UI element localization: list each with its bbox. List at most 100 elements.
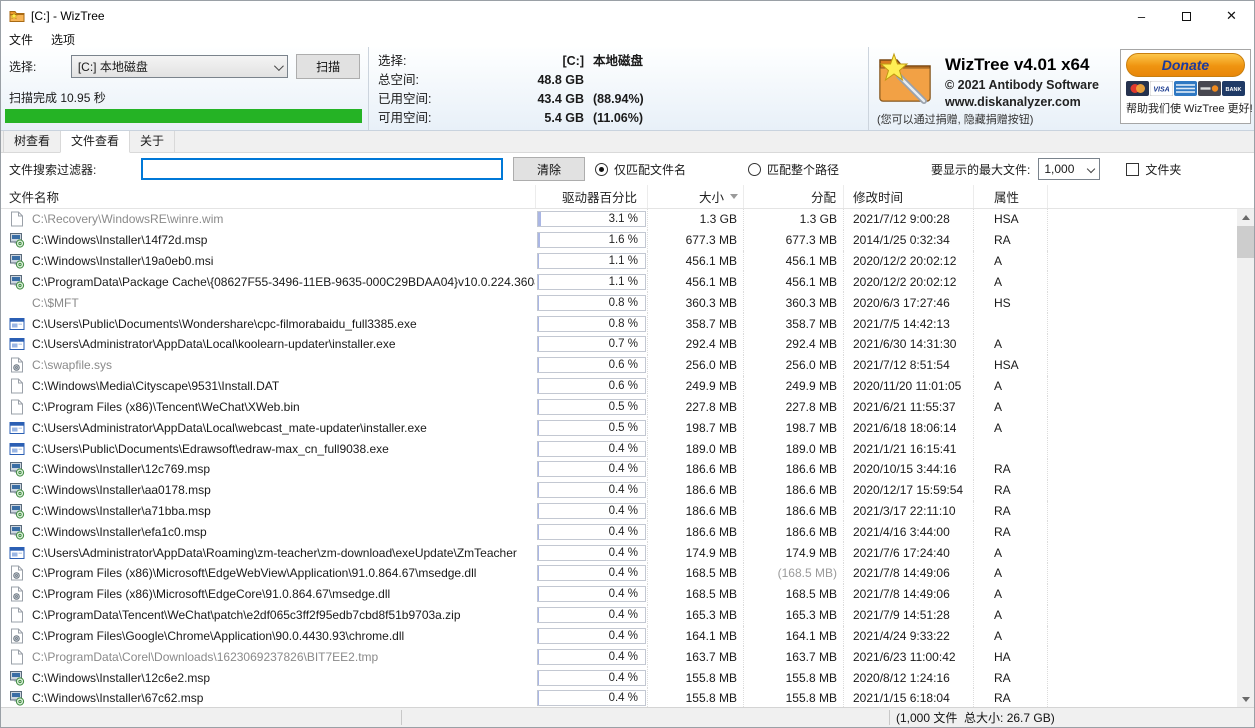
attributes-cell: A — [973, 626, 1047, 647]
folders-checkbox-wrap[interactable]: 文件夹 — [1126, 161, 1181, 178]
table-row[interactable]: C:\Windows\Installer\67c62.msp0.4 %155.8… — [1, 688, 1237, 707]
radio-match-fullpath[interactable]: 匹配整个路径 — [748, 161, 839, 178]
dll-file-icon — [9, 628, 25, 644]
tab-tree-view[interactable]: 树查看 — [3, 128, 61, 152]
table-row[interactable]: C:\Windows\Installer\19a0eb0.msi1.1 %456… — [1, 251, 1237, 272]
file-name-cell: C:\Windows\Media\Cityscape\9531\Install.… — [1, 376, 535, 397]
file-path-text: C:\Windows\Media\Cityscape\9531\Install.… — [32, 379, 279, 393]
copyright-text: © 2021 Antibody Software — [945, 78, 1099, 92]
column-header-allocated[interactable]: 分配 — [743, 185, 843, 208]
minimize-button[interactable]: – — [1119, 1, 1164, 31]
table-row[interactable]: C:\Windows\Installer\14f72d.msp1.6 %677.… — [1, 230, 1237, 251]
donate-button[interactable]: Donate — [1126, 53, 1245, 77]
table-row[interactable]: C:\Program Files (x86)\Microsoft\EdgeCor… — [1, 584, 1237, 605]
table-row[interactable]: C:\Windows\Installer\a71bba.msp0.4 %186.… — [1, 501, 1237, 522]
allocated-cell: 186.6 MB — [743, 480, 843, 501]
scroll-down-arrow[interactable] — [1237, 691, 1254, 707]
max-files-dropdown[interactable]: 1,000 — [1038, 158, 1100, 180]
close-button[interactable]: ✕ — [1209, 1, 1254, 31]
allocated-cell: 186.6 MB — [743, 501, 843, 522]
table-row[interactable]: C:\Program Files\Google\Chrome\Applicati… — [1, 626, 1237, 647]
radio-match-filename[interactable]: 仅匹配文件名 — [595, 161, 686, 178]
size-cell: 292.4 MB — [647, 334, 743, 355]
table-row[interactable]: C:\Windows\Installer\12c6e2.msp0.4 %155.… — [1, 667, 1237, 688]
disk-info-extra: 本地磁盘 — [584, 52, 643, 71]
table-row[interactable]: C:\Users\Administrator\AppData\Local\web… — [1, 417, 1237, 438]
percent-bar: 0.5 % — [537, 420, 646, 436]
tab-about[interactable]: 关于 — [129, 128, 175, 152]
msi-file-icon — [9, 670, 25, 686]
attributes-cell: RA — [973, 459, 1047, 480]
disk-info-value: 48.8 GB — [456, 71, 584, 90]
table-row[interactable]: C:\Windows\Installer\efa1c0.msp0.4 %186.… — [1, 521, 1237, 542]
size-cell: 198.7 MB — [647, 417, 743, 438]
percent-text: 1.1 % — [609, 275, 638, 289]
drive-percent-cell: 1.6 % — [535, 230, 647, 251]
table-row[interactable]: C:\Users\Administrator\AppData\Roaming\z… — [1, 542, 1237, 563]
website-link[interactable]: www.diskanalyzer.com — [945, 95, 1099, 109]
attributes-cell: RA — [973, 688, 1047, 707]
attributes-cell: RA — [973, 501, 1047, 522]
modified-cell: 2021/7/8 14:49:06 — [843, 563, 973, 584]
table-row[interactable]: C:\swapfile.sys0.6 %256.0 MB256.0 MB2021… — [1, 355, 1237, 376]
drive-percent-cell: 0.4 % — [535, 542, 647, 563]
column-header-modified[interactable]: 修改时间 — [843, 185, 973, 208]
drive-percent-cell: 0.8 % — [535, 313, 647, 334]
file-path-text: C:\Users\Administrator\AppData\Roaming\z… — [32, 546, 517, 560]
table-row[interactable]: C:\$MFT0.8 %360.3 MB360.3 MB2020/6/3 17:… — [1, 292, 1237, 313]
percent-text: 0.4 % — [609, 587, 638, 601]
drive-combobox[interactable]: [C:] 本地磁盘 — [71, 55, 288, 78]
vertical-scrollbar[interactable] — [1237, 209, 1254, 707]
file-file-icon — [9, 607, 25, 623]
scan-status-text: 扫描完成 10.95 秒 — [9, 89, 106, 106]
scroll-up-arrow[interactable] — [1237, 209, 1254, 225]
dll-file-icon — [9, 565, 25, 581]
column-header-filename[interactable]: 文件名称 — [1, 185, 535, 208]
table-row[interactable]: C:\Users\Administrator\AppData\Local\koo… — [1, 334, 1237, 355]
attributes-cell: A — [973, 605, 1047, 626]
table-row[interactable]: C:\Recovery\WindowsRE\winre.wim3.1 %1.3 … — [1, 209, 1237, 230]
filler-cell — [1047, 271, 1237, 292]
menu-item-file[interactable]: 文件 — [9, 31, 33, 48]
modified-cell: 2020/12/2 20:02:12 — [843, 251, 973, 272]
filler-cell — [1047, 417, 1237, 438]
table-row[interactable]: C:\Users\Public\Documents\Wondershare\cp… — [1, 313, 1237, 334]
file-name-cell: C:\ProgramData\Corel\Downloads\162306923… — [1, 646, 535, 667]
column-header-drive-percent[interactable]: 驱动器百分比 — [535, 185, 647, 208]
scan-button[interactable]: 扫描 — [296, 54, 360, 79]
exe-file-icon — [9, 316, 25, 332]
scrollbar-thumb[interactable] — [1237, 226, 1254, 258]
column-header-attributes[interactable]: 属性 — [973, 185, 1047, 208]
table-row[interactable]: C:\Users\Public\Documents\Edrawsoft\edra… — [1, 438, 1237, 459]
table-row[interactable]: C:\Program Files (x86)\Tencent\WeChat\XW… — [1, 396, 1237, 417]
modified-cell: 2020/12/2 20:02:12 — [843, 271, 973, 292]
percent-text: 1.1 % — [609, 254, 638, 268]
file-path-text: C:\Program Files\Google\Chrome\Applicati… — [32, 629, 404, 643]
folders-checkbox-label: 文件夹 — [1145, 161, 1181, 178]
file-name-cell: C:\Windows\Installer\efa1c0.msp — [1, 521, 535, 542]
filler-cell — [1047, 459, 1237, 480]
menu-item-options[interactable]: 选项 — [51, 31, 75, 48]
table-row[interactable]: C:\Windows\Installer\aa0178.msp0.4 %186.… — [1, 480, 1237, 501]
table-row[interactable]: C:\ProgramData\Package Cache\{08627F55-3… — [1, 271, 1237, 292]
search-input[interactable] — [141, 158, 503, 180]
attributes-cell: RA — [973, 230, 1047, 251]
percent-bar-fill — [538, 337, 539, 351]
attributes-cell: HSA — [973, 209, 1047, 230]
chevron-down-icon — [274, 61, 284, 71]
table-row[interactable]: C:\ProgramData\Tencent\WeChat\patch\e2df… — [1, 605, 1237, 626]
table-row[interactable]: C:\Program Files (x86)\Microsoft\EdgeWeb… — [1, 563, 1237, 584]
drive-percent-cell: 3.1 % — [535, 209, 647, 230]
maximize-button[interactable] — [1164, 1, 1209, 31]
clear-button[interactable]: 清除 — [513, 157, 585, 181]
attributes-cell: RA — [973, 667, 1047, 688]
status-summary-text: (1,000 文件 总大小: 26.7 GB) — [896, 709, 1055, 726]
column-header-size[interactable]: 大小 — [647, 185, 743, 208]
folders-checkbox[interactable] — [1126, 163, 1139, 176]
allocated-cell: 186.6 MB — [743, 459, 843, 480]
table-row[interactable]: C:\Windows\Media\Cityscape\9531\Install.… — [1, 376, 1237, 397]
table-row[interactable]: C:\Windows\Installer\12c769.msp0.4 %186.… — [1, 459, 1237, 480]
table-row[interactable]: C:\ProgramData\Corel\Downloads\162306923… — [1, 646, 1237, 667]
file-name-cell: C:\ProgramData\Tencent\WeChat\patch\e2df… — [1, 605, 535, 626]
size-cell: 227.8 MB — [647, 396, 743, 417]
